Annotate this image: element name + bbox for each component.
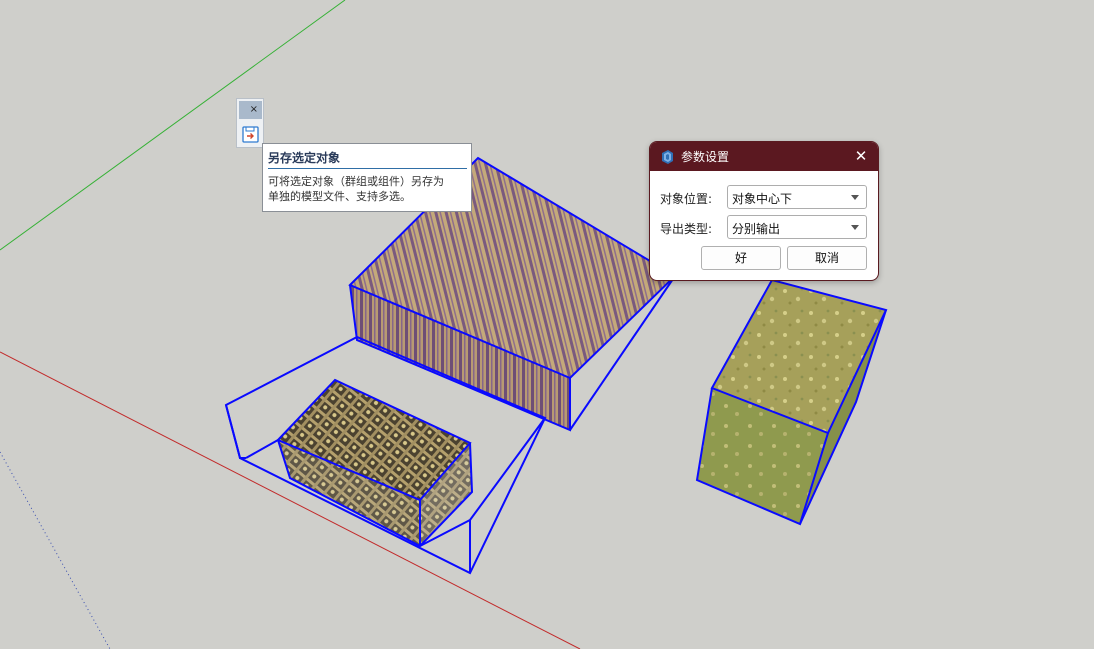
tooltip-line: 单独的模型文件、支持多选。: [268, 190, 411, 203]
object-position-value: 对象中心下: [732, 192, 793, 206]
tooltip: 另存选定对象 可将选定对象（群组或组件）另存为 单独的模型文件、支持多选。: [262, 143, 472, 212]
object-position-select[interactable]: 对象中心下: [727, 185, 867, 209]
blue-axis-dotted: [0, 451, 111, 649]
green-axis: [0, 0, 346, 251]
save-selection-toolbar: ×: [236, 98, 264, 148]
chevron-down-icon: [851, 195, 859, 200]
chevron-down-icon: [851, 225, 859, 230]
3d-viewport[interactable]: [0, 0, 1094, 649]
moss-box[interactable]: [695, 278, 888, 526]
tooltip-body: 可将选定对象（群组或组件）另存为 单独的模型文件、支持多选。: [268, 174, 467, 204]
ok-button[interactable]: 好: [701, 246, 781, 270]
close-icon[interactable]: ✕: [853, 147, 869, 165]
dialog-title: 参数设置: [681, 150, 730, 164]
save-as-icon[interactable]: [239, 124, 262, 145]
cancel-button[interactable]: 取消: [787, 246, 867, 270]
export-type-row: 导出类型: 分别输出: [660, 215, 870, 239]
parameter-dialog: 参数设置 ✕ 对象位置: 对象中心下 导出类型: 分别输出 好 取消: [649, 141, 879, 281]
dialog-titlebar[interactable]: 参数设置 ✕: [650, 142, 878, 171]
lattice-box[interactable]: [245, 378, 474, 548]
object-position-row: 对象位置: 对象中心下: [660, 185, 870, 209]
object-position-label: 对象位置:: [660, 192, 713, 206]
tooltip-line: 可将选定对象（群组或组件）另存为: [268, 175, 444, 188]
tooltip-title: 另存选定对象: [268, 149, 467, 169]
toolbar-close-button[interactable]: ×: [239, 101, 262, 119]
export-type-select[interactable]: 分别输出: [727, 215, 867, 239]
export-type-value: 分别输出: [732, 222, 781, 236]
export-type-label: 导出类型:: [660, 222, 713, 236]
sketchup-logo-icon: [659, 149, 675, 165]
